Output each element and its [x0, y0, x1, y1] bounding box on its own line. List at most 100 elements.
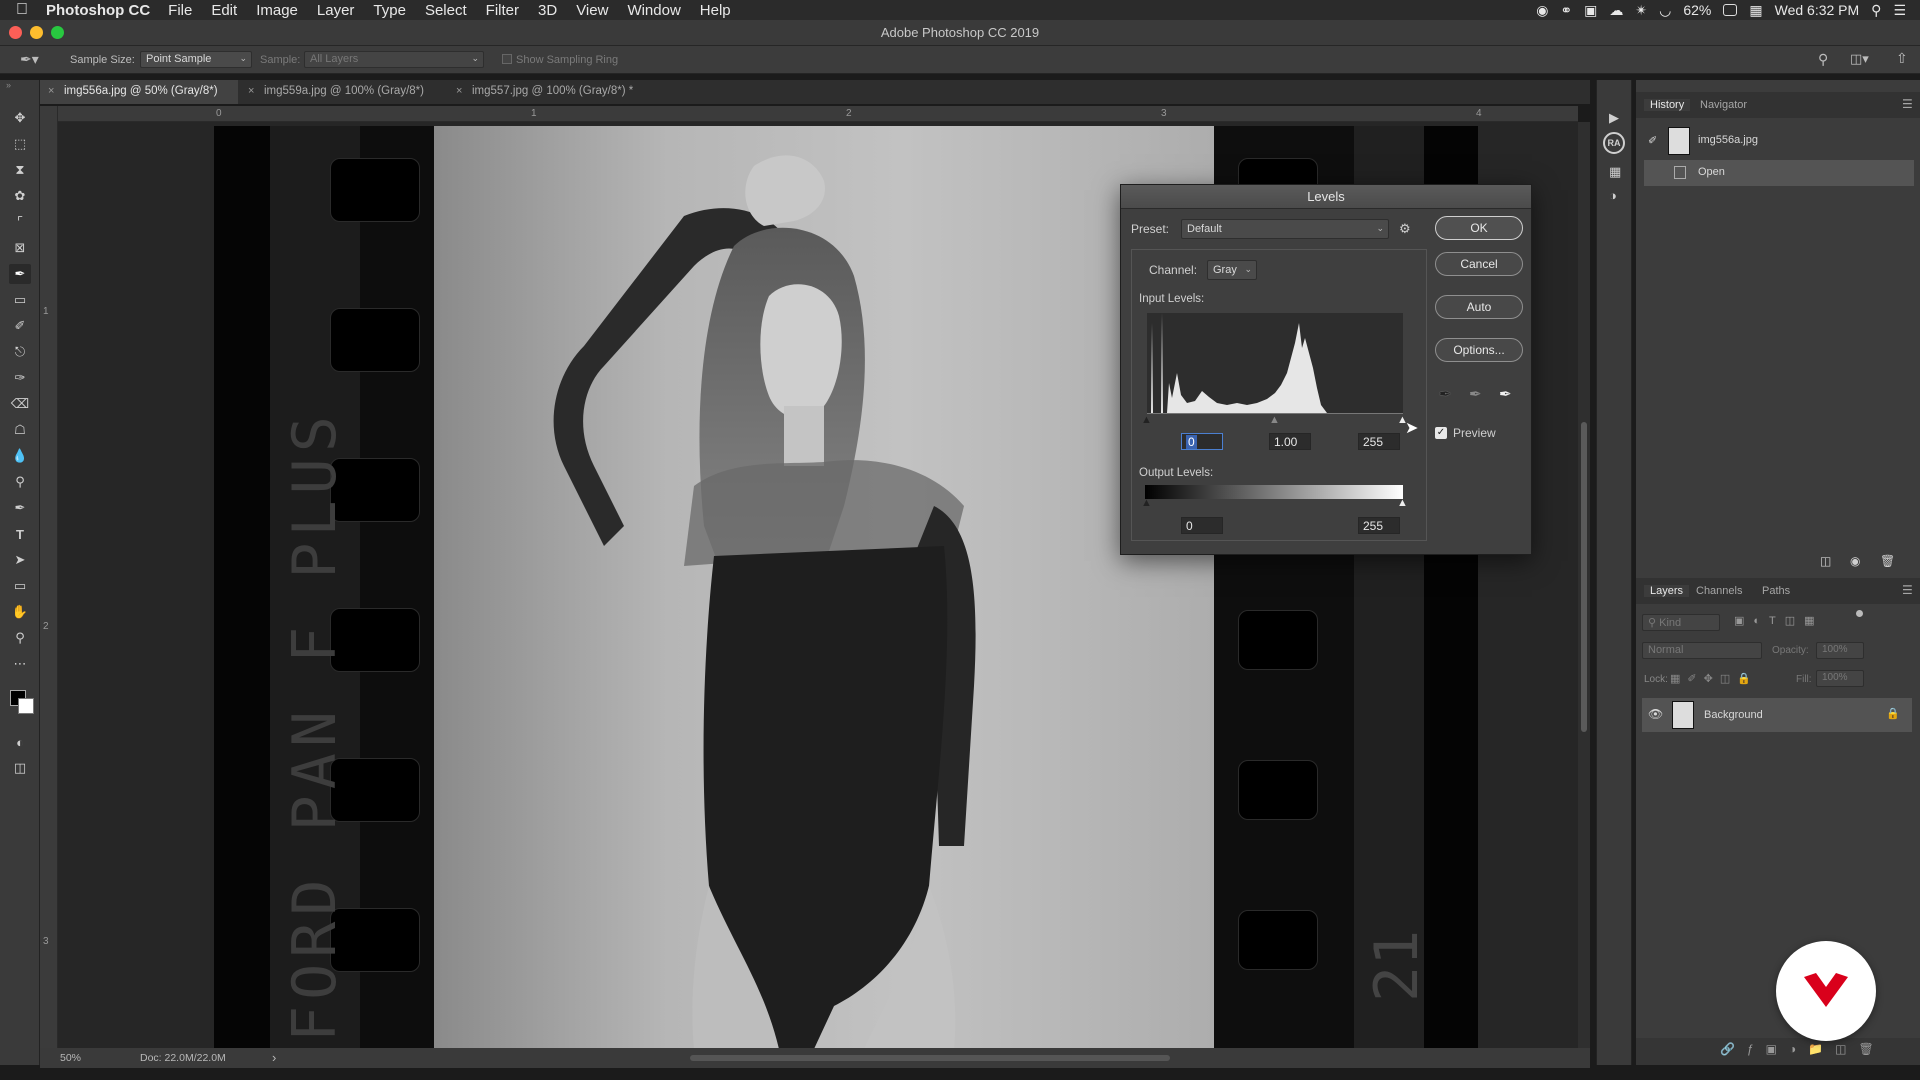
auto-button[interactable]: Auto — [1435, 295, 1523, 319]
apple-icon[interactable]:  — [16, 1, 42, 19]
move-tool-icon[interactable]: ✥ — [9, 108, 31, 128]
show-sampling-ring-checkbox[interactable] — [502, 54, 512, 64]
sample-select[interactable]: All Layers ⌄ — [304, 51, 484, 68]
eye-visibility-icon[interactable]: 👁 — [1648, 707, 1663, 721]
notification-center-icon[interactable]: ☰ — [1893, 2, 1906, 19]
frame-tool-icon[interactable]: ⊠ — [9, 238, 31, 258]
preview-checkbox[interactable]: ✓ — [1435, 427, 1447, 439]
menu-select[interactable]: Select — [425, 2, 467, 19]
adjustments-icon[interactable]: ◑ — [1609, 188, 1617, 203]
dodge-tool-icon[interactable]: ⚲ — [9, 472, 31, 492]
close-tab-icon[interactable]: × — [48, 85, 54, 97]
output-white-slider[interactable]: ▲ — [1397, 497, 1408, 509]
paint-bucket-tool-icon[interactable]: ☖ — [9, 420, 31, 440]
channel-select[interactable]: Gray ⌄ — [1207, 260, 1257, 280]
wifi-icon[interactable]: ◡ — [1659, 2, 1671, 19]
tab-history[interactable]: History — [1644, 99, 1691, 111]
spotlight-search-icon[interactable]: ⚲ — [1871, 2, 1881, 19]
ok-button[interactable]: OK — [1435, 216, 1523, 240]
menu-view[interactable]: View — [576, 2, 608, 19]
history-step-row[interactable]: Open — [1644, 160, 1914, 186]
quick-mask-icon[interactable]: ◐ — [9, 732, 31, 752]
menu-3d[interactable]: 3D — [538, 2, 557, 19]
zoom-level[interactable]: 50% — [60, 1052, 81, 1064]
screen-mode-icon[interactable]: ◫ — [9, 758, 31, 778]
app-menu[interactable]: Photoshop CC — [46, 2, 150, 19]
eraser-tool-icon[interactable]: ⌫ — [9, 394, 31, 414]
record-icon[interactable]: ◉ — [1536, 2, 1548, 19]
tab-channels[interactable]: Channels — [1696, 585, 1742, 597]
more-tools-icon[interactable]: ⋯ — [9, 654, 31, 674]
eyedropper-tool-icon[interactable]: ✒ — [9, 264, 31, 284]
collapse-toolbox-icon[interactable]: » — [6, 80, 11, 90]
sample-size-select[interactable]: Point Sample ⌄ — [140, 51, 252, 68]
close-tab-icon[interactable]: × — [456, 85, 462, 97]
clone-stamp-tool-icon[interactable]: ⎋ — [9, 342, 31, 362]
doc-tab-img556a[interactable]: × img556a.jpg @ 50% (Gray/8*) — [40, 80, 238, 104]
doc-tab-img557[interactable]: × img557.jpg @ 100% (Gray/8*) * — [448, 80, 658, 104]
zoom-tool-icon[interactable]: ⚲ — [9, 628, 31, 648]
doc-tab-img559a[interactable]: × img559a.jpg @ 100% (Gray/8*) — [240, 80, 446, 104]
battery-icon[interactable] — [1723, 4, 1738, 16]
clock[interactable]: Wed 6:32 PM — [1775, 2, 1860, 18]
menu-layer[interactable]: Layer — [317, 2, 355, 19]
history-snapshot-row[interactable]: ✐ img556a.jpg — [1644, 124, 1914, 158]
menu-type[interactable]: Type — [373, 2, 406, 19]
black-point-eyedropper-icon[interactable]: ✒ — [1439, 385, 1452, 403]
layer-filter-kind-select[interactable]: ⚲ Kind — [1642, 614, 1720, 631]
output-black-slider[interactable]: ▲ — [1141, 497, 1152, 509]
menu-filter[interactable]: Filter — [486, 2, 519, 19]
gray-point-eyedropper-icon[interactable]: ✒ — [1469, 385, 1482, 403]
workspace-icon[interactable]: ◫▾ — [1850, 51, 1869, 67]
output-black-field[interactable]: 0 — [1181, 517, 1223, 534]
cloud-icon[interactable]: ☁ — [1609, 2, 1623, 19]
history-brush-source-icon[interactable]: ✐ — [1648, 134, 1657, 147]
layer-row-background[interactable]: 👁 Background 🔒 — [1642, 698, 1912, 732]
share-icon[interactable]: ⇧ — [1896, 50, 1908, 67]
rectangle-tool-icon[interactable]: ▭ — [9, 576, 31, 596]
preset-options-gear-icon[interactable]: ⚙ — [1399, 221, 1411, 237]
background-color-swatch[interactable] — [18, 698, 34, 714]
hand-tool-icon[interactable]: ✋ — [9, 602, 31, 622]
path-selection-tool-icon[interactable]: ➤ — [9, 550, 31, 570]
preset-select[interactable]: Default ⌄ — [1181, 219, 1389, 239]
eyedropper-tool-preset-icon[interactable]: ✒▾ — [20, 51, 39, 68]
play-actions-icon[interactable]: ▶ — [1609, 110, 1619, 126]
filter-toggle-icon[interactable] — [1856, 610, 1863, 617]
battery-percent[interactable]: 62% — [1683, 2, 1711, 18]
lasso-tool-icon[interactable]: ⧗ — [9, 160, 31, 180]
pen-tool-icon[interactable]: ✒ — [9, 498, 31, 518]
vertical-scrollbar[interactable] — [1578, 122, 1590, 1049]
opacity-field[interactable]: 100% — [1816, 642, 1864, 659]
creative-cloud-icon[interactable]: ⚭ — [1560, 2, 1572, 19]
quick-select-tool-icon[interactable]: ✿ — [9, 186, 31, 206]
lock-options-icons[interactable]: ▦✐✥◫🔒 — [1670, 672, 1758, 685]
input-black-field[interactable]: 0 — [1181, 433, 1223, 450]
blend-mode-select[interactable]: Normal — [1642, 642, 1762, 659]
input-black-slider[interactable]: ▲ — [1141, 414, 1152, 426]
menu-image[interactable]: Image — [256, 2, 298, 19]
tab-layers[interactable]: Layers — [1644, 585, 1690, 597]
properties-icon[interactable]: ▦ — [1609, 164, 1621, 180]
bluetooth-icon[interactable]: ✴ — [1635, 2, 1647, 19]
healing-brush-tool-icon[interactable]: ▭ — [9, 290, 31, 310]
type-tool-icon[interactable]: T — [9, 524, 31, 544]
options-button[interactable]: Options... — [1435, 338, 1523, 362]
output-white-field[interactable]: 255 — [1358, 517, 1400, 534]
input-gamma-slider[interactable]: ▲ — [1269, 414, 1280, 426]
status-menu-arrow[interactable]: › — [272, 1050, 276, 1065]
new-document-from-state-icon[interactable]: ◫ — [1820, 554, 1831, 568]
white-point-eyedropper-icon[interactable]: ✒ — [1499, 385, 1512, 403]
layer-filter-icons[interactable]: ▣◐T◫▦ — [1734, 614, 1824, 627]
input-gamma-field[interactable]: 1.00 — [1269, 433, 1311, 450]
cancel-button[interactable]: Cancel — [1435, 252, 1523, 276]
history-brush-tool-icon[interactable]: ✑ — [9, 368, 31, 388]
display-icon[interactable]: ▣ — [1584, 2, 1597, 19]
trash-icon[interactable]: 🗑 — [1880, 554, 1895, 568]
marquee-tool-icon[interactable]: ⬚ — [9, 134, 31, 154]
menu-file[interactable]: File — [168, 2, 192, 19]
layer-name[interactable]: Background — [1704, 709, 1763, 721]
menu-window[interactable]: Window — [627, 2, 680, 19]
ra-plugin-icon[interactable]: RA — [1603, 132, 1625, 154]
tab-navigator[interactable]: Navigator — [1700, 99, 1747, 111]
